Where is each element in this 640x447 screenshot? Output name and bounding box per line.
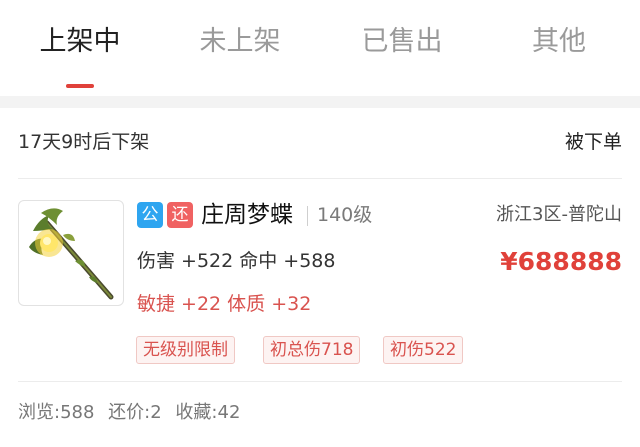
primary-stats: 伤害 +522 命中 +588	[137, 250, 336, 272]
listing-card[interactable]: 17天9时后下架 被下单 公 还 庄周梦蝶 140级 浙江3区-普陀山 伤害 +…	[0, 108, 640, 447]
listing-header: 17天9时后下架 被下单	[18, 128, 622, 156]
divider	[18, 178, 622, 179]
tab-on-shelf[interactable]: 上架中	[38, 22, 122, 62]
status-tab-bar: 上架中 未上架 已售出 其他	[0, 0, 640, 96]
view-count: 浏览:588	[18, 402, 95, 423]
item-name[interactable]: 庄周梦蝶	[201, 200, 293, 230]
name-level-separator	[307, 206, 308, 226]
tag-base-damage: 初伤522	[383, 336, 464, 364]
tab-not-listed[interactable]: 未上架	[198, 22, 282, 62]
tag-total-damage: 初总伤718	[263, 336, 361, 364]
item-price: ¥688888	[500, 247, 622, 276]
tab-other[interactable]: 其他	[530, 22, 588, 62]
staff-weapon-icon	[29, 208, 114, 300]
bargain-badge: 还	[167, 202, 193, 228]
divider	[18, 381, 622, 382]
section-gap	[0, 96, 640, 108]
public-badge: 公	[137, 202, 163, 228]
bargain-count: 还价:2	[108, 402, 162, 423]
active-tab-indicator	[66, 84, 94, 88]
delist-countdown: 17天9时后下架	[18, 131, 150, 153]
item-thumbnail[interactable]	[18, 200, 124, 306]
bonus-stats: 敏捷 +22 体质 +32	[137, 293, 312, 315]
tab-sold[interactable]: 已售出	[360, 22, 444, 62]
favorite-count: 收藏:42	[175, 402, 241, 423]
listing-metrics: 浏览:588 还价:2 收藏:42	[18, 400, 240, 426]
ordered-status-link[interactable]: 被下单	[565, 128, 622, 156]
item-level: 140级	[317, 204, 373, 226]
server-name: 浙江3区-普陀山	[496, 204, 622, 225]
tag-no-level-limit: 无级别限制	[136, 336, 235, 364]
